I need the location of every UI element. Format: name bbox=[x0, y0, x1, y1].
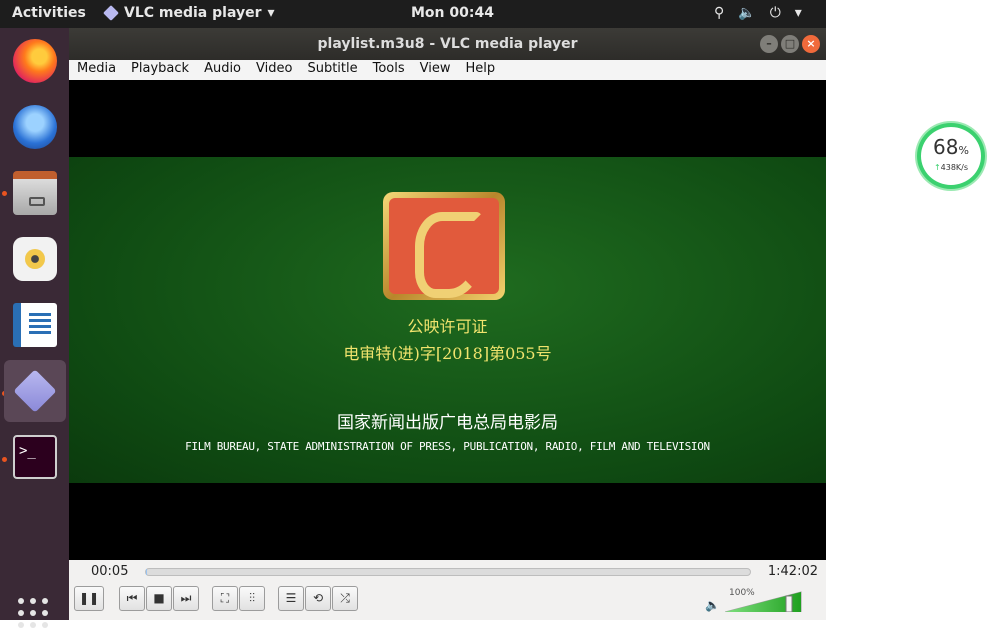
extended-settings-button[interactable]: ⫶⫶ bbox=[239, 586, 265, 611]
vlc-icon bbox=[103, 5, 119, 21]
firefox-icon bbox=[13, 39, 57, 83]
writer-icon bbox=[13, 303, 57, 347]
loop-icon: ⟲ bbox=[312, 591, 324, 605]
rhythmbox-icon bbox=[13, 237, 57, 281]
app-menu-label: VLC media player bbox=[124, 5, 262, 21]
clock[interactable]: Mon 00:44 bbox=[411, 5, 494, 21]
seek-slider-fill bbox=[146, 569, 147, 575]
bureau-name-cn: 国家新闻出版广电总局电影局 bbox=[337, 413, 558, 433]
show-applications-icon[interactable] bbox=[18, 598, 48, 628]
menu-bar: Media Playback Audio Video Subtitle Tool… bbox=[69, 60, 826, 80]
stop-icon: ■ bbox=[153, 591, 165, 605]
app-menu[interactable]: VLC media player ▾ bbox=[103, 5, 275, 21]
equalizer-icon: ⫶⫶ bbox=[248, 591, 255, 605]
net-percent: 68% bbox=[933, 135, 969, 159]
pause-button[interactable]: ❚❚ bbox=[74, 586, 104, 611]
thunderbird-icon bbox=[13, 105, 57, 149]
bureau-name-en: FILM BUREAU, STATE ADMINISTRATION OF PRE… bbox=[185, 440, 710, 453]
random-button[interactable]: ⤮ bbox=[332, 586, 358, 611]
power-icon: ⏻ bbox=[769, 5, 781, 21]
chevron-down-icon: ▾ bbox=[794, 5, 802, 21]
license-title: 公映许可证 bbox=[407, 317, 488, 336]
menu-tools[interactable]: Tools bbox=[365, 60, 412, 80]
dock-firefox[interactable] bbox=[4, 30, 66, 92]
menu-view[interactable]: View bbox=[412, 60, 458, 80]
pause-icon: ❚❚ bbox=[78, 591, 100, 605]
license-number: 电审特(进)字[2018]第055号 bbox=[343, 344, 552, 363]
network-monitor-widget[interactable]: 68% ↑438K/s bbox=[917, 123, 985, 189]
fullscreen-button[interactable]: ⛶ bbox=[212, 586, 238, 611]
video-frame[interactable]: 公映许可证 电审特(进)字[2018]第055号 国家新闻出版广电总局电影局 F… bbox=[69, 157, 826, 483]
volume-percent: 100% bbox=[729, 588, 755, 598]
menu-subtitle[interactable]: Subtitle bbox=[299, 60, 364, 80]
close-button[interactable]: × bbox=[802, 35, 820, 53]
previous-icon: ⏮ bbox=[126, 591, 138, 605]
dock-vlc[interactable] bbox=[4, 360, 66, 422]
vlc-icon bbox=[13, 369, 57, 413]
total-time[interactable]: 1:42:02 bbox=[768, 564, 818, 579]
loop-button[interactable]: ⟲ bbox=[305, 586, 331, 611]
network-icon: ⚲ bbox=[714, 5, 725, 21]
files-icon bbox=[13, 171, 57, 215]
minimize-button[interactable]: – bbox=[760, 35, 778, 53]
dock-terminal[interactable]: >_ bbox=[4, 426, 66, 488]
dragon-logo bbox=[383, 192, 505, 300]
dock-rhythmbox[interactable] bbox=[4, 228, 66, 290]
maximize-button[interactable]: □ bbox=[781, 35, 799, 53]
stop-button[interactable]: ■ bbox=[146, 586, 172, 611]
net-speed: ↑438K/s bbox=[933, 163, 969, 172]
dock-writer[interactable] bbox=[4, 294, 66, 356]
speaker-icon[interactable]: 🔈 bbox=[705, 598, 720, 612]
dock-thunderbird[interactable] bbox=[4, 96, 66, 158]
window-title: playlist.m3u8 - VLC media player bbox=[317, 36, 578, 52]
next-icon: ⏭ bbox=[180, 591, 192, 605]
vlc-window: playlist.m3u8 - VLC media player – □ × M… bbox=[69, 28, 826, 620]
activities-button[interactable]: Activities bbox=[12, 5, 86, 21]
top-bar: Activities VLC media player ▾ Mon 00:44 … bbox=[0, 0, 826, 28]
playlist-icon: ☰ bbox=[285, 591, 297, 605]
previous-button[interactable]: ⏮ bbox=[119, 586, 145, 611]
menu-video[interactable]: Video bbox=[248, 60, 299, 80]
shuffle-icon: ⤮ bbox=[340, 591, 350, 605]
dock-files[interactable] bbox=[4, 162, 66, 224]
control-panel: 00:05 1:42:02 ❚❚ ⏮ ■ ⏭ ⛶ ⫶⫶ ☰ ⟲ ⤮ 🔈 100% bbox=[69, 560, 826, 620]
fullscreen-icon: ⛶ bbox=[220, 591, 230, 605]
terminal-icon: >_ bbox=[13, 435, 57, 479]
menu-playback[interactable]: Playback bbox=[123, 60, 196, 80]
playlist-button[interactable]: ☰ bbox=[278, 586, 304, 611]
dock: >_ bbox=[0, 28, 69, 628]
system-tray[interactable]: ⚲ 🔈 ⏻ ▾ bbox=[714, 5, 802, 21]
chevron-down-icon: ▾ bbox=[267, 5, 275, 21]
menu-media[interactable]: Media bbox=[69, 60, 123, 80]
menu-audio[interactable]: Audio bbox=[196, 60, 248, 80]
seek-slider[interactable] bbox=[145, 568, 751, 576]
title-bar[interactable]: playlist.m3u8 - VLC media player – □ × bbox=[69, 28, 826, 60]
volume-icon: 🔈 bbox=[738, 5, 756, 21]
next-button[interactable]: ⏭ bbox=[173, 586, 199, 611]
elapsed-time[interactable]: 00:05 bbox=[91, 564, 128, 579]
menu-help[interactable]: Help bbox=[458, 60, 503, 80]
